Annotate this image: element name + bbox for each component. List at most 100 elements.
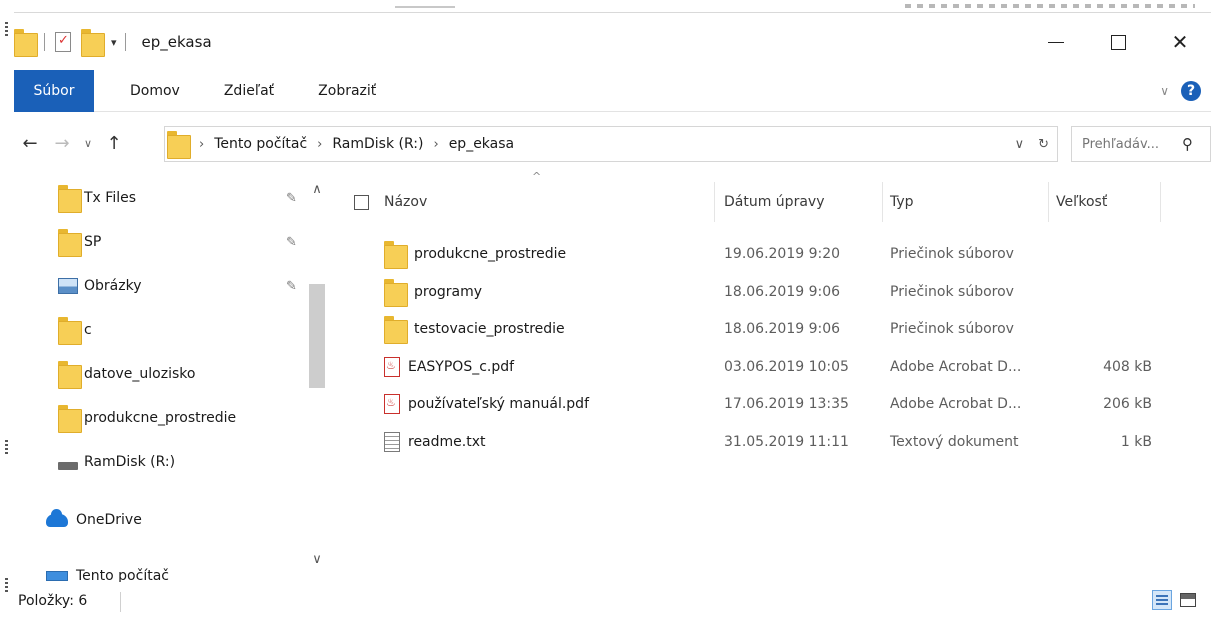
help-icon[interactable]: ? bbox=[1181, 81, 1201, 101]
up-button[interactable]: ↑ bbox=[98, 133, 130, 154]
scrollbar-thumb[interactable] bbox=[309, 284, 325, 388]
folder-icon bbox=[58, 229, 82, 257]
this-pc-icon bbox=[46, 571, 68, 581]
new-folder-icon[interactable] bbox=[81, 29, 105, 57]
file-row[interactable]: produkcne_prostredie 19.06.2019 9:20 Pri… bbox=[346, 236, 1166, 272]
quick-access-toolbar: ▾ bbox=[14, 29, 134, 57]
minimize-icon bbox=[1048, 41, 1064, 43]
navigation-bar: ← → ∨ ↑ › Tento počítač › RamDisk (R:) ›… bbox=[14, 120, 1211, 166]
file-name: produkcne_prostredie bbox=[414, 246, 567, 262]
file-date: 18.06.2019 9:06 bbox=[724, 321, 841, 337]
nav-item-label: SP bbox=[84, 234, 102, 250]
column-header-size[interactable]: Veľkosť bbox=[1056, 182, 1107, 222]
column-separator[interactable] bbox=[1160, 182, 1161, 222]
tab-view[interactable]: Zobraziť bbox=[296, 83, 398, 99]
nav-item-c[interactable]: c bbox=[14, 310, 332, 350]
nav-item-datove-ulozisko[interactable]: datove_ulozisko bbox=[14, 354, 332, 394]
nav-item-this-pc[interactable]: Tento počítač bbox=[14, 556, 332, 582]
pdf-icon bbox=[384, 394, 400, 414]
select-all-checkbox[interactable] bbox=[354, 182, 369, 222]
nav-item-label: datove_ulozisko bbox=[84, 366, 196, 382]
folder-icon bbox=[384, 316, 408, 344]
file-type: Priečinok súborov bbox=[890, 246, 1014, 262]
column-header-type[interactable]: Typ bbox=[890, 182, 914, 222]
nav-pane-scrollbar[interactable]: ∧ ∨ bbox=[306, 172, 328, 582]
column-separator[interactable] bbox=[714, 182, 715, 222]
maximize-icon bbox=[1110, 34, 1126, 50]
nav-item-label: c bbox=[84, 322, 92, 338]
background-window-strip bbox=[0, 0, 1211, 14]
file-type: Textový dokument bbox=[890, 434, 1019, 450]
file-row[interactable]: readme.txt 31.05.2019 11:11 Textový doku… bbox=[346, 424, 1166, 460]
nav-item-label: Tx Files bbox=[84, 190, 137, 206]
folder-icon bbox=[384, 241, 408, 269]
left-edge-marker bbox=[5, 440, 8, 454]
file-row[interactable]: používateľský manuál.pdf 17.06.2019 13:3… bbox=[346, 386, 1166, 422]
customize-toolbar-icon[interactable]: ▾ bbox=[111, 36, 117, 49]
search-icon[interactable]: ⚲ bbox=[1182, 135, 1193, 153]
scroll-down-icon[interactable]: ∨ bbox=[306, 552, 328, 567]
properties-icon[interactable] bbox=[55, 32, 71, 52]
status-separator bbox=[120, 592, 121, 612]
breadcrumb-separator-icon[interactable]: › bbox=[433, 137, 438, 152]
large-icons-view-button[interactable] bbox=[1178, 590, 1198, 610]
address-actions: ∨ ↻ bbox=[1015, 127, 1049, 161]
file-size: 206 kB bbox=[1103, 396, 1152, 412]
navigation-pane: Tx Files ✎ SP ✎ Obrázky ✎ c datove_ulozi… bbox=[14, 172, 332, 582]
items-count: Položky: 6 bbox=[18, 593, 88, 609]
details-view-button[interactable] bbox=[1152, 590, 1172, 610]
nav-item-ramdisk[interactable]: RamDisk (R:) bbox=[14, 442, 332, 482]
checkbox-icon bbox=[354, 194, 369, 210]
maximize-button[interactable] bbox=[1087, 14, 1149, 70]
pin-icon[interactable]: ✎ bbox=[286, 191, 297, 206]
file-date: 18.06.2019 9:06 bbox=[724, 284, 841, 300]
pin-icon[interactable]: ✎ bbox=[286, 279, 297, 294]
file-row[interactable]: EASYPOS_c.pdf 03.06.2019 10:05 Adobe Acr… bbox=[346, 349, 1166, 385]
scroll-up-icon[interactable]: ∧ bbox=[306, 182, 328, 197]
title-bar: ▾ ep_ekasa ✕ bbox=[14, 14, 1211, 70]
column-separator[interactable] bbox=[882, 182, 883, 222]
pin-icon[interactable]: ✎ bbox=[286, 235, 297, 250]
column-header-date[interactable]: Dátum úpravy bbox=[724, 182, 824, 222]
recent-locations-icon[interactable]: ∨ bbox=[78, 137, 98, 150]
file-row[interactable]: programy 18.06.2019 9:06 Priečinok súbor… bbox=[346, 274, 1166, 310]
breadcrumb-separator-icon[interactable]: › bbox=[317, 137, 322, 152]
back-button[interactable]: ← bbox=[14, 133, 46, 154]
address-bar[interactable]: › Tento počítač › RamDisk (R:) › ep_ekas… bbox=[164, 126, 1058, 162]
tab-home[interactable]: Domov bbox=[108, 83, 202, 99]
file-size bbox=[1046, 236, 1152, 272]
file-name: programy bbox=[414, 284, 483, 300]
breadcrumb-ramdisk[interactable]: RamDisk (R:) bbox=[332, 136, 423, 152]
nav-item-onedrive[interactable]: OneDrive bbox=[14, 500, 332, 540]
breadcrumb-this-pc[interactable]: Tento počítač bbox=[214, 136, 307, 152]
expand-ribbon-icon[interactable]: ∨ bbox=[1160, 84, 1169, 98]
toolbar-separator bbox=[124, 33, 126, 51]
refresh-icon[interactable]: ↻ bbox=[1038, 137, 1049, 152]
forward-button[interactable]: → bbox=[46, 133, 78, 154]
onedrive-icon bbox=[46, 508, 68, 527]
nav-item-pictures[interactable]: Obrázky ✎ bbox=[14, 266, 332, 306]
close-icon: ✕ bbox=[1171, 30, 1189, 54]
file-row[interactable]: testovacie_prostredie 18.06.2019 9:06 Pr… bbox=[346, 311, 1166, 347]
nav-item-label: RamDisk (R:) bbox=[84, 454, 176, 470]
breadcrumb-separator-icon[interactable]: › bbox=[199, 137, 204, 152]
breadcrumb-ep-ekasa[interactable]: ep_ekasa bbox=[449, 136, 514, 152]
tab-share[interactable]: Zdieľať bbox=[202, 83, 296, 99]
sort-ascending-icon: ^ bbox=[532, 170, 542, 183]
pictures-icon bbox=[58, 278, 78, 294]
file-name: readme.txt bbox=[408, 434, 486, 450]
file-type: Adobe Acrobat D... bbox=[890, 396, 1022, 412]
close-button[interactable]: ✕ bbox=[1149, 14, 1211, 70]
column-separator[interactable] bbox=[1048, 182, 1049, 222]
column-header-name[interactable]: Názov bbox=[384, 182, 427, 222]
tab-file[interactable]: Súbor bbox=[14, 69, 94, 112]
nav-item-tx-files[interactable]: Tx Files ✎ bbox=[14, 178, 332, 218]
address-dropdown-icon[interactable]: ∨ bbox=[1015, 137, 1025, 152]
nav-item-sp[interactable]: SP ✎ bbox=[14, 222, 332, 262]
file-name: EASYPOS_c.pdf bbox=[408, 359, 515, 375]
nav-item-produkcne-prostredie[interactable]: produkcne_prostredie bbox=[14, 398, 332, 438]
search-box[interactable]: ⚲ bbox=[1071, 126, 1211, 162]
minimize-button[interactable] bbox=[1025, 14, 1087, 70]
nav-item-label: Tento počítač bbox=[76, 568, 169, 582]
search-input[interactable] bbox=[1082, 136, 1180, 152]
